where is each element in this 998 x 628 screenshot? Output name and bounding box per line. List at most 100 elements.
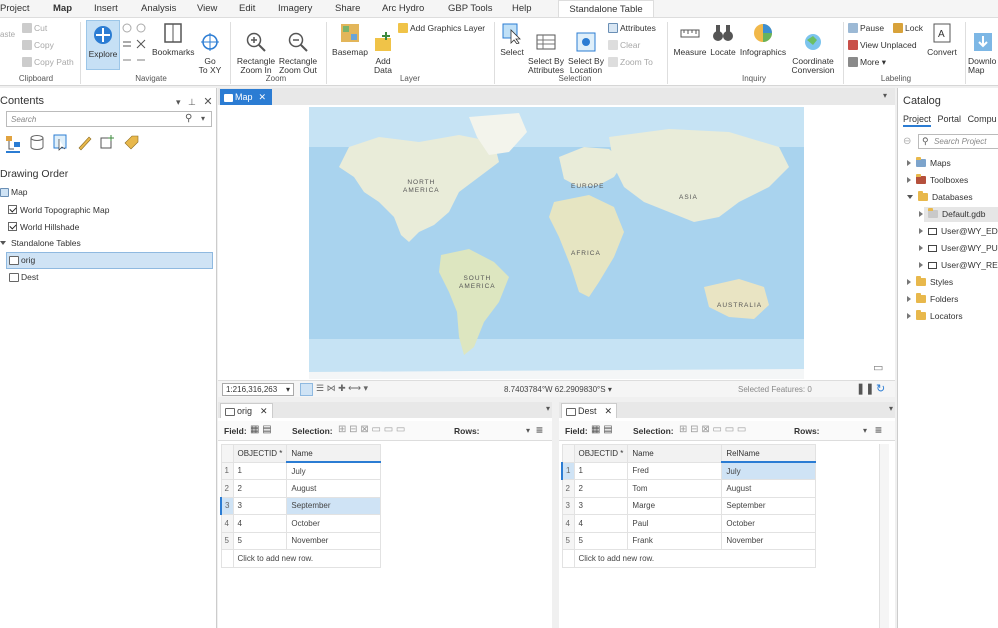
row-number[interactable]: 3 — [220, 496, 234, 515]
tab-project[interactable]: Project — [903, 114, 932, 127]
more-labeling-button[interactable]: More ▾ — [848, 57, 886, 68]
measure-button[interactable]: Measure — [671, 22, 709, 57]
chevron-down-icon[interactable]: ▾ — [546, 404, 550, 413]
add-row-text[interactable]: Click to add new row. — [573, 549, 817, 568]
close-icon[interactable]: ✕ — [260, 406, 268, 416]
menu-project[interactable]: Project — [0, 3, 30, 14]
pane-splitter[interactable] — [552, 402, 559, 628]
collapsed-arrow-icon[interactable] — [907, 279, 911, 285]
table-cell[interactable]: October — [286, 514, 382, 533]
table-cell[interactable]: 3 — [232, 496, 288, 515]
selection-tools-icons[interactable]: ⊞ ⊟ ⊠ ▭ ▭ ▭ — [338, 424, 405, 435]
row-number[interactable]: 5 — [220, 531, 234, 550]
table-row[interactable]: 2 2 August — [220, 479, 382, 498]
table-cell[interactable]: 1 — [232, 461, 288, 480]
row-number[interactable]: 1 — [561, 461, 575, 480]
table-cell[interactable]: 4 — [232, 514, 288, 533]
bookmarks-button[interactable]: Bookmarks — [152, 22, 195, 57]
collapsed-arrow-icon[interactable] — [907, 296, 911, 302]
table-cell[interactable]: 5 — [573, 531, 629, 550]
table-cell[interactable]: 4 — [573, 514, 629, 533]
column-header[interactable]: RelName — [721, 444, 817, 463]
view-unplaced-button[interactable]: View Unplaced — [848, 40, 917, 50]
refresh-icon[interactable]: ↻ — [876, 382, 885, 395]
catalog-item-locators[interactable]: Locators — [907, 309, 963, 324]
contents-search-box[interactable]: Search ⚲ ▾ — [6, 111, 212, 127]
locate-button[interactable]: Locate — [709, 22, 737, 57]
download-map-button[interactable]: Downlo Map — [968, 22, 998, 84]
table-cell[interactable]: Marge — [627, 496, 723, 515]
table-row[interactable]: 2 2 Tom August — [561, 479, 817, 498]
pin-icon[interactable]: ⊥ — [188, 97, 196, 107]
table-cell[interactable]: July — [286, 461, 382, 480]
table-cell[interactable]: September — [721, 496, 817, 515]
catalog-item-databases[interactable]: Databases — [907, 190, 973, 205]
table-row[interactable]: 3 3 Marge September — [561, 496, 817, 515]
tab-standalone-table[interactable]: Standalone Table — [558, 0, 654, 17]
column-header[interactable]: Name — [627, 444, 723, 463]
table-cell[interactable]: Tom — [627, 479, 723, 498]
table-cell[interactable]: August — [721, 479, 817, 498]
table-cell[interactable]: 2 — [232, 479, 288, 498]
tree-table-orig-selected[interactable] — [6, 252, 213, 269]
row-number[interactable]: 3 — [561, 496, 575, 515]
catalog-item-toolboxes[interactable]: Toolboxes — [907, 173, 968, 188]
close-icon[interactable]: ✕ — [259, 92, 267, 102]
catalog-item-default-gdb[interactable]: Default.gdb — [919, 207, 985, 222]
tree-table-dest[interactable]: Dest — [9, 270, 38, 285]
table-row[interactable]: 1 1 July — [220, 461, 382, 480]
row-number[interactable]: 1 — [220, 461, 234, 480]
menu-edit[interactable]: Edit — [239, 3, 255, 14]
zoom-to-button[interactable]: Zoom To — [608, 57, 653, 67]
tab-portal[interactable]: Portal — [938, 114, 962, 124]
catalog-item-styles[interactable]: Styles — [907, 275, 953, 290]
collapsed-arrow-icon[interactable] — [919, 262, 923, 268]
menu-icon[interactable]: ≡ — [536, 423, 543, 437]
grid-view-button[interactable] — [300, 383, 313, 396]
row-number[interactable]: 4 — [220, 514, 234, 533]
convert-button[interactable]: A Convert — [924, 22, 960, 57]
basemap-button[interactable]: Basemap — [330, 22, 370, 57]
table-cell[interactable]: 2 — [573, 479, 629, 498]
table-cell[interactable]: 1 — [573, 461, 629, 480]
add-row[interactable]: Click to add new row. — [561, 549, 817, 568]
row-number[interactable]: 2 — [220, 479, 234, 498]
chevron-down-icon[interactable]: ▾ — [201, 114, 205, 123]
row-number[interactable]: 4 — [561, 514, 575, 533]
close-icon[interactable]: ✕ — [605, 406, 613, 416]
menu-share[interactable]: Share — [335, 3, 360, 14]
status-icons[interactable]: ☰ ⋈ ✚ ⟷ ▾ — [316, 383, 368, 394]
checkbox-checked-icon[interactable] — [8, 222, 17, 231]
menu-icon[interactable]: ≡ — [875, 423, 882, 437]
menu-imagery[interactable]: Imagery — [278, 3, 312, 14]
expanded-arrow-icon[interactable] — [0, 241, 6, 245]
table-row[interactable]: 4 4 October — [220, 514, 382, 533]
contents-search-input[interactable]: Search — [11, 115, 36, 124]
collapsed-arrow-icon[interactable] — [919, 228, 923, 234]
add-row-text[interactable]: Click to add new row. — [232, 549, 382, 568]
copy-path-button[interactable]: Copy Path — [22, 57, 74, 67]
pause-drawing-icon[interactable]: ❚❚ — [856, 382, 874, 395]
catalog-item-connection[interactable]: User@WY_REF — [919, 258, 998, 273]
table-cell[interactable]: September — [286, 496, 382, 515]
chevron-down-icon[interactable]: ▾ — [176, 97, 181, 107]
table-row[interactable]: 5 5 Frank November — [561, 531, 817, 550]
menu-gbp-tools[interactable]: GBP Tools — [448, 3, 493, 14]
expanded-arrow-icon[interactable] — [907, 195, 913, 199]
chevron-down-icon[interactable]: ▾ — [863, 426, 867, 435]
table-row[interactable]: 4 4 Paul October — [561, 514, 817, 533]
back-icon[interactable]: ⊖ — [903, 136, 911, 147]
table-cell[interactable]: 3 — [573, 496, 629, 515]
column-header[interactable]: OBJECTID * — [232, 444, 288, 463]
menu-insert[interactable]: Insert — [94, 3, 118, 14]
menu-help[interactable]: Help — [512, 3, 532, 14]
table-cell[interactable]: Fred — [627, 461, 723, 480]
tree-map[interactable]: Map — [0, 185, 28, 200]
catalog-item-folders[interactable]: Folders — [907, 292, 958, 307]
column-header[interactable]: Name — [286, 444, 382, 463]
pause-labeling-button[interactable]: Pause — [848, 23, 884, 33]
menu-view[interactable]: View — [197, 3, 217, 14]
tab-computer[interactable]: Compu — [968, 114, 997, 124]
add-row[interactable]: Click to add new row. — [220, 549, 382, 568]
explore-button[interactable]: Explore — [86, 20, 120, 70]
